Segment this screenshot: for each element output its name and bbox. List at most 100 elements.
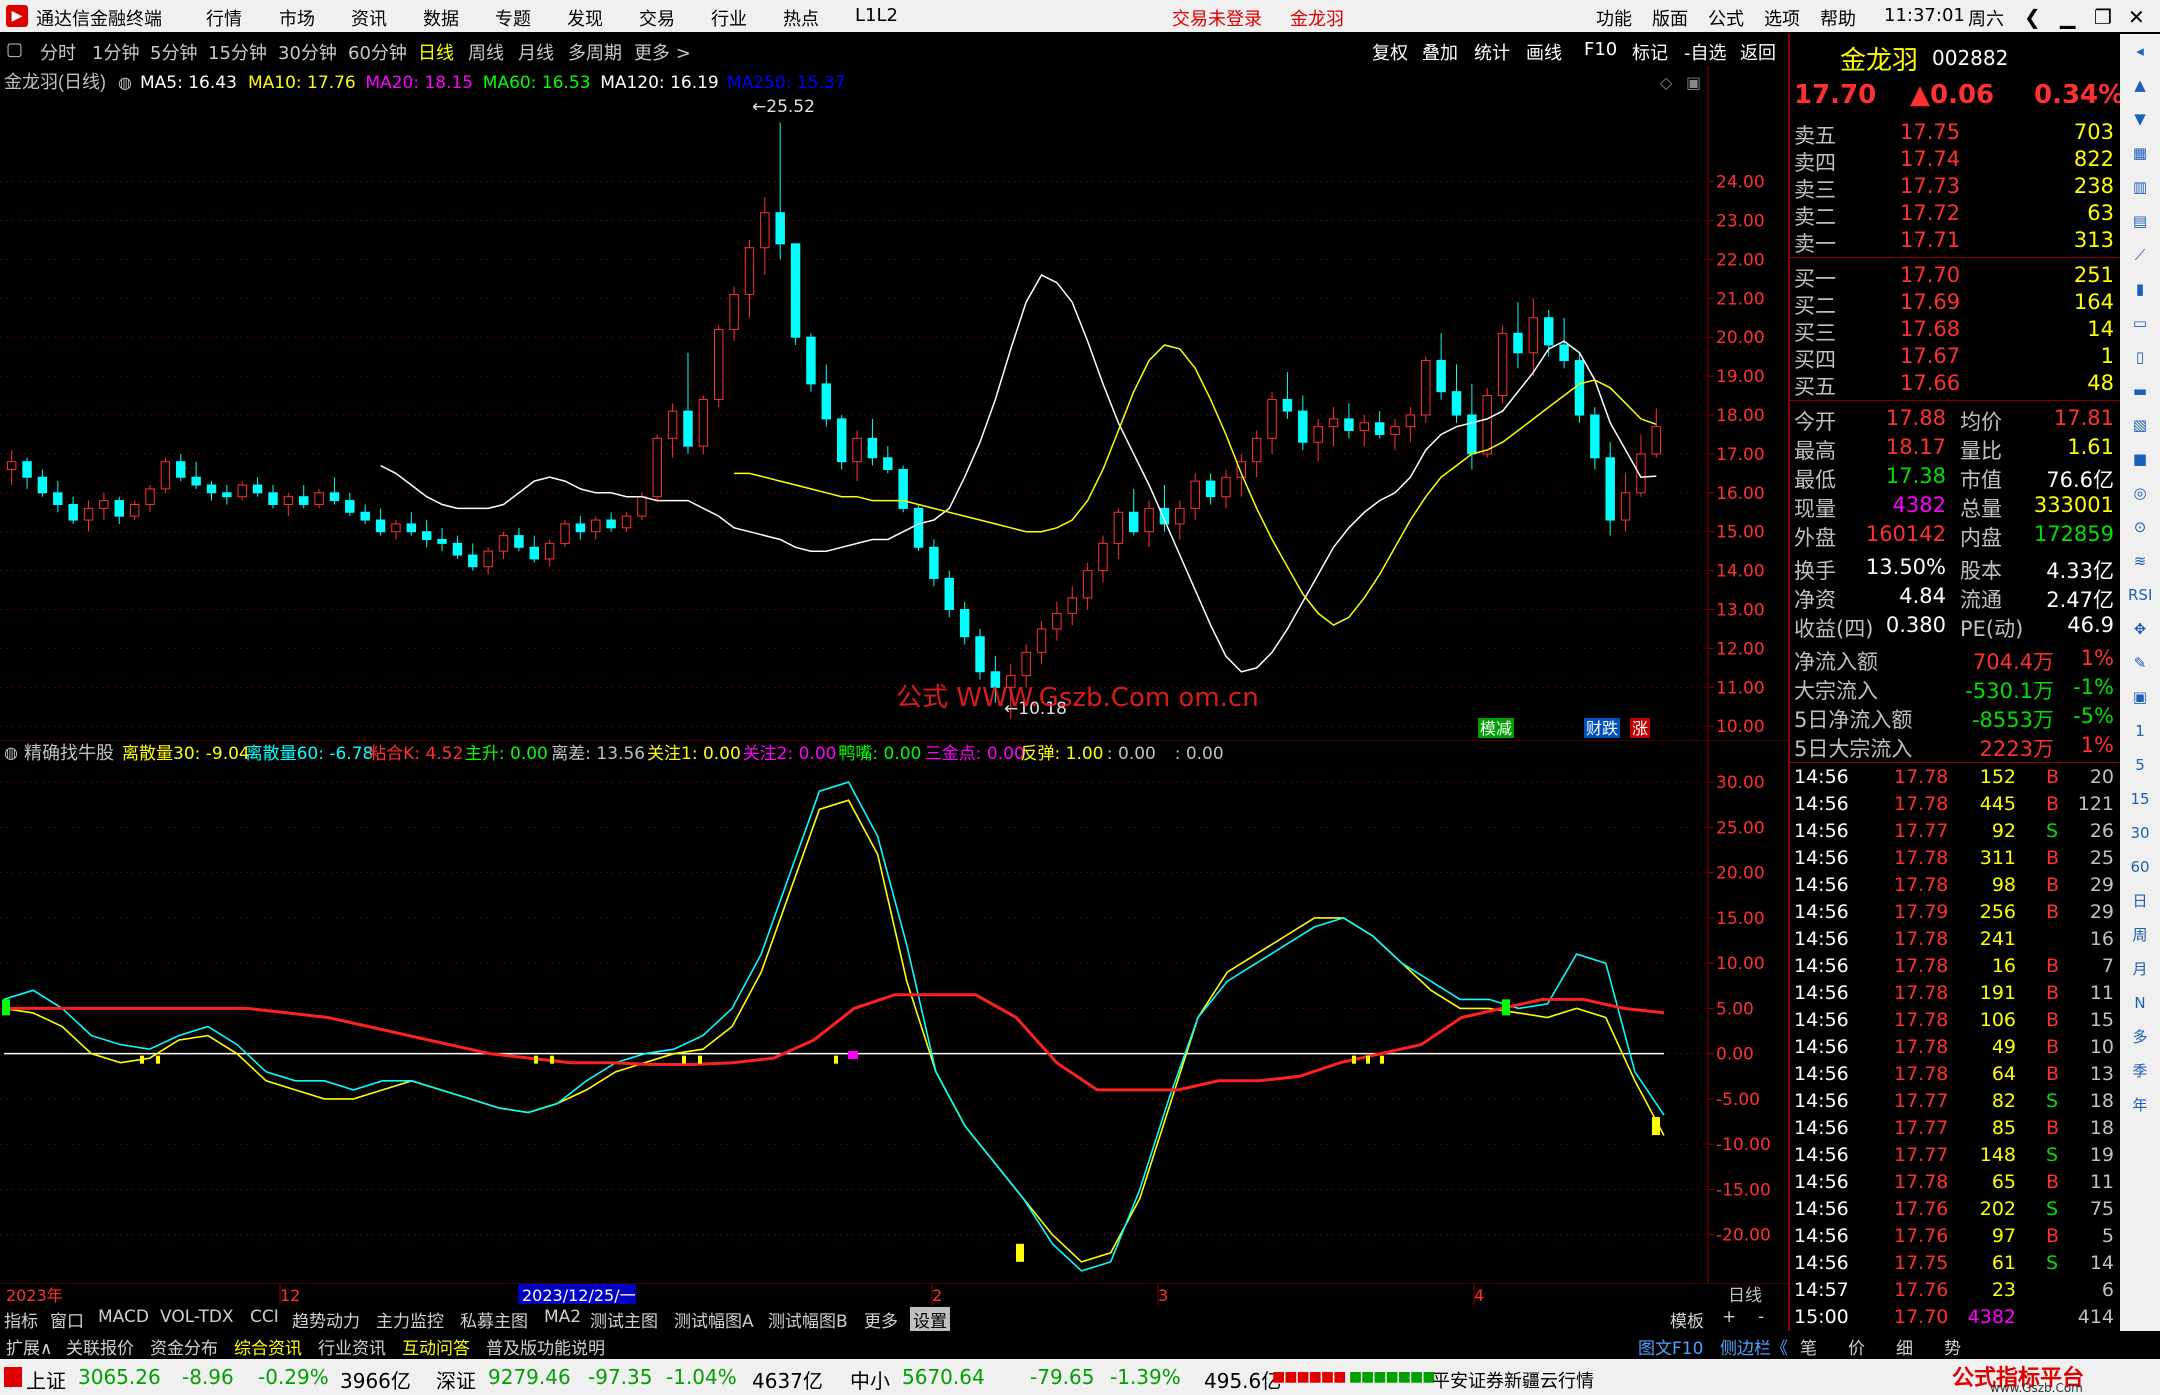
index-sz-name[interactable]: 深证	[436, 1365, 476, 1394]
side-tool-icon[interactable]: ⟋	[2128, 244, 2152, 266]
ext-tuwen-f10[interactable]: 图文F10	[1638, 1334, 1703, 1359]
side-tool-icon[interactable]: 30	[2128, 822, 2152, 844]
period-30min[interactable]: 30分钟	[278, 39, 337, 65]
ext-zijin[interactable]: 资金分布	[150, 1334, 218, 1359]
tab-zhibiao[interactable]: 指标	[4, 1307, 38, 1332]
menu-xuanxiang[interactable]: 选项	[1764, 5, 1800, 31]
tab-gengduo[interactable]: 更多	[864, 1307, 898, 1332]
indicator-chart[interactable]: 30.00 25.00 20.00 15.00 10.00 5.00 0.00 -5.00 -1…	[0, 740, 1788, 1285]
side-tool-icon[interactable]: ▣	[2128, 686, 2152, 708]
side-tool-icon[interactable]: ▦	[2128, 142, 2152, 164]
restore-icon[interactable]: ❐	[2094, 5, 2112, 29]
menu-hangqing[interactable]: 行情	[206, 5, 242, 31]
collapse-icon[interactable]: ▢	[6, 39, 23, 60]
period-multi[interactable]: 多周期	[568, 39, 622, 65]
diamond-icon[interactable]: ◇	[1660, 73, 1673, 92]
tool-diejia[interactable]: 叠加	[1422, 39, 1458, 65]
menu-zixun[interactable]: 资讯	[351, 5, 387, 31]
close-icon[interactable]: ✕	[2128, 5, 2145, 29]
ext-guanlian[interactable]: 关联报价	[66, 1334, 134, 1359]
side-tool-icon[interactable]: 季	[2128, 1060, 2152, 1082]
tab-ceshi-zhu[interactable]: 测试主图	[590, 1307, 658, 1332]
ext-expand[interactable]: 扩展∧	[6, 1334, 52, 1359]
period-fenshi[interactable]: 分时	[40, 39, 76, 65]
side-tool-icon[interactable]: ▤	[2128, 210, 2152, 232]
template-button[interactable]: 模板	[1670, 1307, 1704, 1332]
ext-bi[interactable]: 笔	[1800, 1334, 1817, 1359]
indicator-toggle-icon[interactable]: ◍	[4, 743, 18, 762]
tool-tongji[interactable]: 统计	[1474, 39, 1510, 65]
menu-shichang[interactable]: 市场	[279, 5, 315, 31]
side-tool-icon[interactable]: ✥	[2128, 618, 2152, 640]
side-tool-icon[interactable]: 5	[2128, 754, 2152, 776]
period-1min[interactable]: 1分钟	[92, 39, 139, 65]
tab-cci[interactable]: CCI	[250, 1307, 279, 1327]
side-tool-icon[interactable]: ▭	[2128, 312, 2152, 334]
side-tool-icon[interactable]: N	[2128, 992, 2152, 1014]
side-tool-icon[interactable]: 多	[2128, 1026, 2152, 1048]
tab-ceshi-b[interactable]: 测试幅图B	[768, 1307, 848, 1332]
side-tool-icon[interactable]: ▯	[2128, 346, 2152, 368]
side-tool-icon[interactable]: ◎	[2128, 482, 2152, 504]
period-weekly[interactable]: 周线	[468, 39, 504, 65]
add-button[interactable]: +	[1722, 1307, 1736, 1327]
side-tool-icon[interactable]: ▥	[2128, 176, 2152, 198]
side-tool-icon[interactable]: ⊙	[2128, 516, 2152, 538]
side-tool-icon[interactable]: ◂	[2128, 40, 2152, 62]
ext-shi[interactable]: 势	[1944, 1334, 1961, 1359]
ext-xi[interactable]: 细	[1896, 1334, 1913, 1359]
side-tool-icon[interactable]: 年	[2128, 1094, 2152, 1116]
tool-huaxian[interactable]: 画线	[1526, 39, 1562, 65]
period-daily[interactable]: 日线	[418, 39, 454, 65]
tab-zhuli[interactable]: 主力监控	[376, 1307, 444, 1332]
ext-puji[interactable]: 普及版功能说明	[486, 1334, 605, 1359]
remove-button[interactable]: -	[1758, 1307, 1764, 1327]
menu-faxian[interactable]: 发现	[567, 5, 603, 31]
side-tool-icon[interactable]: 月	[2128, 958, 2152, 980]
tool-biaoji[interactable]: 标记	[1632, 39, 1668, 65]
period-5min[interactable]: 5分钟	[150, 39, 197, 65]
side-tool-icon[interactable]: ▼	[2128, 108, 2152, 130]
ext-hangye[interactable]: 行业资讯	[318, 1334, 386, 1359]
period-monthly[interactable]: 月线	[518, 39, 554, 65]
menu-zhuanti[interactable]: 专题	[495, 5, 531, 31]
menu-hangye[interactable]: 行业	[711, 5, 747, 31]
tab-ma2[interactable]: MA2	[544, 1307, 581, 1327]
tab-chuangkou[interactable]: 窗口	[50, 1307, 84, 1332]
side-tool-icon[interactable]: 1	[2128, 720, 2152, 742]
index-sh-name[interactable]: 上证	[26, 1365, 66, 1394]
minimize-icon[interactable]: ▁	[2060, 5, 2075, 29]
side-tool-icon[interactable]: 周	[2128, 924, 2152, 946]
ext-sidebar[interactable]: 侧边栏《	[1720, 1334, 1788, 1359]
ext-zonghe[interactable]: 综合资讯	[234, 1334, 302, 1359]
side-tool-icon[interactable]: ▧	[2128, 414, 2152, 436]
menu-bangzhu[interactable]: 帮助	[1820, 5, 1856, 31]
side-tool-icon[interactable]: ■	[2128, 448, 2152, 470]
tab-shezhi[interactable]: 设置	[910, 1307, 950, 1332]
menu-jiaoyi[interactable]: 交易	[639, 5, 675, 31]
period-more[interactable]: 更多 >	[634, 39, 691, 65]
period-60min[interactable]: 60分钟	[348, 39, 407, 65]
ext-jia[interactable]: 价	[1848, 1334, 1865, 1359]
side-tool-icon[interactable]: 日	[2128, 890, 2152, 912]
candlestick-chart[interactable]: 24.00 23.00 22.00 21.00 20.00 19.00 18.00 17.00…	[0, 66, 1788, 741]
tab-vol-tdx[interactable]: VOL-TDX	[160, 1307, 234, 1327]
side-tool-icon[interactable]: ▬	[2128, 380, 2152, 402]
menu-gongshi[interactable]: 公式	[1708, 5, 1744, 31]
menu-redian[interactable]: 热点	[783, 5, 819, 31]
menu-l1l2[interactable]: L1L2	[855, 5, 898, 26]
menu-banmian[interactable]: 版面	[1652, 5, 1688, 31]
index-zx-name[interactable]: 中小	[850, 1365, 890, 1394]
tool-fuquan[interactable]: 复权	[1372, 39, 1408, 65]
tool-f10[interactable]: F10	[1584, 39, 1617, 60]
tool-zixuan[interactable]: -自选	[1684, 39, 1727, 65]
tab-simu[interactable]: 私募主图	[460, 1307, 528, 1332]
side-tool-icon[interactable]: ▲	[2128, 74, 2152, 96]
panel-icon[interactable]: ▣	[1686, 73, 1701, 92]
tab-macd[interactable]: MACD	[98, 1307, 149, 1327]
menu-gongneng[interactable]: 功能	[1596, 5, 1632, 31]
tab-qushi[interactable]: 趋势动力	[292, 1307, 360, 1332]
side-tool-icon[interactable]: RSI	[2128, 584, 2152, 606]
tab-ceshi-a[interactable]: 测试幅图A	[674, 1307, 754, 1332]
tool-fanhui[interactable]: 返回	[1740, 39, 1776, 65]
